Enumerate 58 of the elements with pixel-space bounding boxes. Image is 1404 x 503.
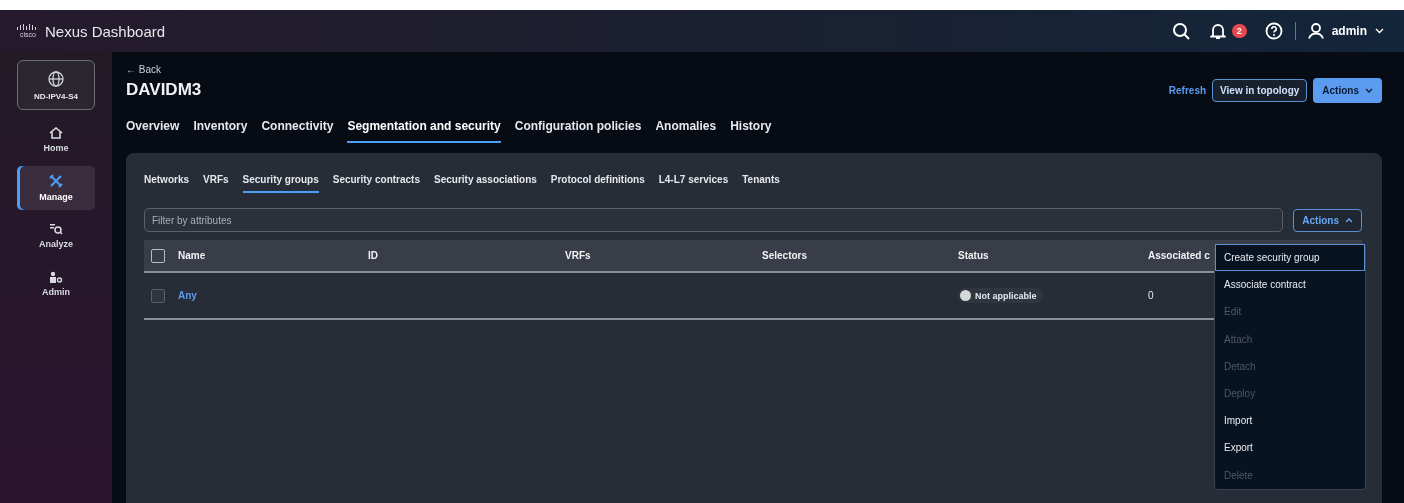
nav-item[interactable]: Home [17,118,95,162]
column-header: Name [177,250,207,261]
menu-item[interactable]: Export [1215,434,1365,462]
column-header: Status [957,250,990,261]
analyze-icon [49,223,63,235]
tab[interactable]: Networks [144,173,189,193]
search-icon[interactable] [1171,22,1190,40]
status-badge: Not applicable [958,288,1043,303]
filter-field[interactable]: Filter by attributes [144,208,1284,232]
help-icon[interactable] [1264,22,1283,40]
name-link[interactable]: Any [178,290,197,301]
chevron-down-icon [1365,88,1373,93]
menu-item[interactable]: Import [1215,407,1365,435]
globe-icon [47,69,65,88]
chevron-down-icon [1375,28,1384,34]
bars-icon [17,24,39,30]
tab[interactable]: Security associations [434,173,537,193]
column-header: Selectors [761,250,809,261]
user-menu[interactable]: admin [1307,23,1384,39]
tools-icon [49,174,63,188]
actions-button[interactable]: Actions [1313,78,1382,103]
tab[interactable]: Inventory [193,119,248,143]
nav-item[interactable]: Admin [17,262,95,306]
select-all-checkbox[interactable] [151,248,165,263]
row-checkbox[interactable] [151,288,165,303]
column-header: Associated c [1147,250,1209,261]
tab[interactable]: Security groups [242,173,319,193]
tab[interactable]: VRFs [203,173,229,193]
actions-button[interactable]: Actions [1293,208,1362,232]
tab[interactable]: Segmentation and security [347,119,501,143]
home-icon [49,127,63,139]
menu-item[interactable]: Associate contract [1215,271,1365,299]
notification-badge: 2 [1231,24,1247,38]
admin-icon [49,271,63,283]
nav-item[interactable]: Manage [17,166,95,210]
tab[interactable]: L4-L7 services [658,173,729,193]
site-selector[interactable]: ND-IPV4-S4 [17,60,95,110]
tab[interactable]: Configuration policies [514,119,642,143]
page-title: DAVIDM3 [126,80,202,100]
chevron-up-icon [1345,217,1353,223]
table-cell: 0 [1148,290,1154,301]
tab[interactable]: History [730,119,772,143]
back-link[interactable]: ← Back [126,64,202,75]
tab[interactable]: Security contracts [332,173,420,193]
nav-item[interactable]: Analyze [17,214,95,258]
user-icon [1307,23,1324,39]
tab[interactable]: Protocol definitions [550,173,645,193]
app-title: Nexus Dashboard [45,22,166,40]
column-header: ID [367,250,379,261]
refresh-link[interactable]: Refresh [1168,85,1207,96]
menu-item[interactable]: Create security group [1215,244,1365,272]
tab[interactable]: Anomalies [655,119,717,143]
column-header: VRFs [564,250,592,261]
tab[interactable]: Overview [126,119,180,143]
view-in-topology-button[interactable]: View in topology [1212,79,1308,102]
bell-icon[interactable] [1209,22,1226,40]
tab[interactable]: Connectivity [261,119,334,143]
tab[interactable]: Tenants [742,173,780,193]
